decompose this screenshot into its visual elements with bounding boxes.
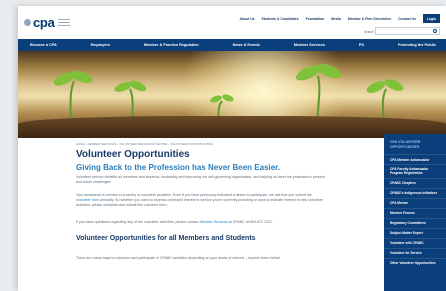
- sidebar-item-subject-matter-expert[interactable]: Subject Matter Expert: [384, 227, 446, 238]
- login-button[interactable]: Login: [423, 14, 440, 23]
- utility-link-students[interactable]: Students & Candidates: [262, 17, 299, 21]
- utility-link-contact[interactable]: Contact Us: [398, 17, 416, 21]
- paragraph-text: Your assistance is needed in a variety o…: [76, 193, 312, 197]
- nav-item-news-events[interactable]: News & Events: [233, 43, 260, 47]
- member-services-link[interactable]: Member Services: [200, 220, 228, 224]
- logo-text: cpa: [33, 15, 55, 30]
- sidebar-heading: CPA VOLUNTEER OPPORTUNITIES: [390, 140, 421, 149]
- browser-page: cpa About Us Students & Candidates Found…: [18, 6, 446, 291]
- search-label: Search: [363, 30, 374, 34]
- sidebar-item-faculty-ambassador[interactable]: CPA Faculty Ambassador Program Registrat…: [384, 164, 446, 177]
- page-title: Volunteer Opportunities: [76, 149, 190, 160]
- utility-link-directories[interactable]: Member & Firm Directories: [348, 17, 391, 21]
- cpa-logo[interactable]: cpa: [24, 15, 70, 30]
- sidebar-item-chapters[interactable]: CPABC Chapters: [384, 177, 446, 188]
- logo-tagline-lines: [57, 17, 70, 28]
- paragraph-text: annually. So whether you want to express…: [76, 198, 323, 208]
- utility-nav: About Us Students & Candidates Foundatio…: [239, 17, 416, 21]
- breadcrumb[interactable]: HOME › MEMBER SERVICES › VOLUNTEER RESOU…: [76, 142, 213, 146]
- sidebar-item-other-opportunities[interactable]: Other Volunteer Opportunities: [384, 257, 446, 268]
- search-input[interactable]: [375, 27, 440, 35]
- intro-paragraph: Volunteer service benefits all members a…: [76, 175, 325, 185]
- hero-soil: [18, 116, 446, 138]
- nav-item-protecting-public[interactable]: Protecting the Public: [398, 43, 436, 47]
- utility-link-foundation[interactable]: Foundation: [306, 17, 324, 21]
- page-subtitle: Giving Back to the Profession has Never …: [76, 163, 281, 172]
- nav-item-regulation[interactable]: Member & Practice Regulation: [144, 43, 199, 47]
- sidebar-item-indigenous-initiatives[interactable]: CPABC's Indigenous Initiatives: [384, 187, 446, 198]
- section-heading: Volunteer Opportunities for all Members …: [76, 235, 256, 242]
- nav-item-member-services[interactable]: Member Services: [294, 43, 325, 47]
- contact-paragraph: If you have questions regarding any of t…: [76, 220, 326, 225]
- sidebar-nav: CPA VOLUNTEER OPPORTUNITIES CPA Member A…: [384, 134, 446, 291]
- nav-item-pd[interactable]: PD: [359, 43, 364, 47]
- volunteer-form-link[interactable]: volunteer form: [76, 198, 99, 202]
- sidebar-item-member-ambassador[interactable]: CPA Member Ambassador: [384, 154, 446, 164]
- site-header: cpa About Us Students & Candidates Found…: [18, 6, 446, 39]
- sidebar-item-regulatory-committees[interactable]: Regulatory Committees: [384, 217, 446, 228]
- main-nav: Become a CPA Employers Member & Practice…: [18, 39, 446, 51]
- utility-link-about[interactable]: About Us: [239, 17, 254, 21]
- sidebar-item-mentor[interactable]: CPA Mentor: [384, 197, 446, 208]
- paragraph-text: If you have questions regarding any of t…: [76, 220, 200, 224]
- main-content: HOME › MEMBER SERVICES › VOLUNTEER RESOU…: [18, 134, 446, 291]
- paragraph-text: at CPABC at 604.872.7222.: [227, 220, 273, 224]
- nav-item-become-cpa[interactable]: Become a CPA: [30, 43, 57, 47]
- sidebar-item-member-forums[interactable]: Member Forums: [384, 207, 446, 218]
- sidebar-item-volunteer-service[interactable]: Volunteer for Service: [384, 247, 446, 258]
- nav-item-employers[interactable]: Employers: [91, 43, 110, 47]
- search-icon[interactable]: [433, 29, 437, 33]
- section-paragraph: There are many ways to volunteer and par…: [76, 256, 281, 260]
- sidebar-item-volunteer-cpabc[interactable]: Volunteer with CPABC: [384, 237, 446, 248]
- hero-image-seedlings: [18, 51, 446, 138]
- logo-mark-icon: [24, 19, 31, 26]
- volunteer-form-paragraph: Your assistance is needed in a variety o…: [76, 193, 326, 209]
- utility-link-media[interactable]: Media: [331, 17, 341, 21]
